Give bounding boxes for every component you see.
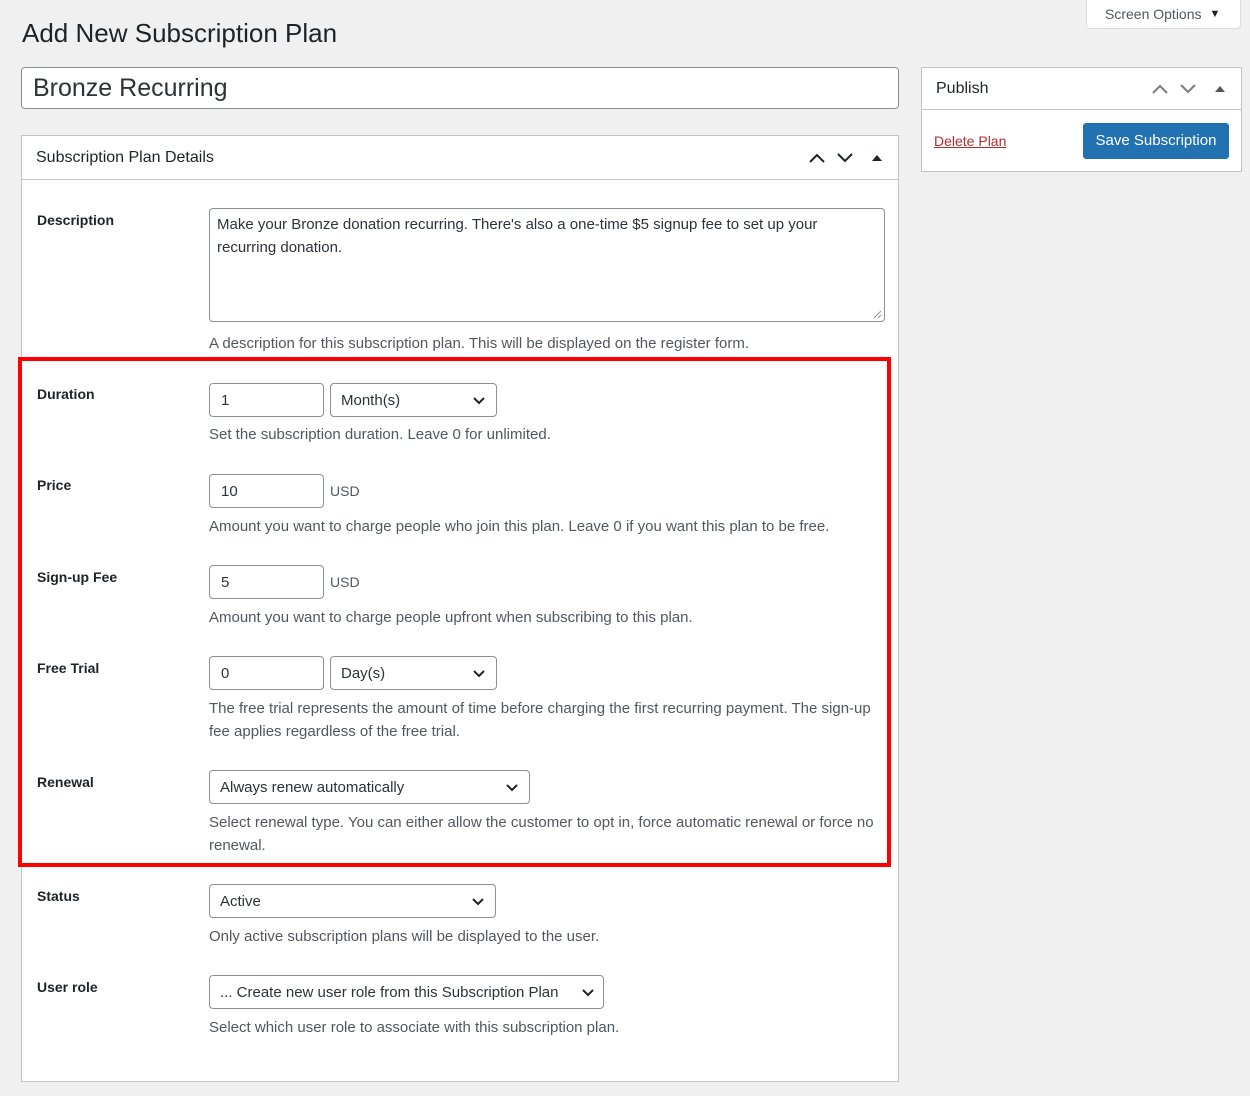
screen-options-toggle[interactable]: Screen Options ▼ (1086, 0, 1241, 29)
duration-unit-select[interactable]: Month(s) (330, 383, 497, 417)
publish-box-title: Publish (936, 79, 989, 97)
chevron-down-icon (506, 783, 518, 791)
price-label: Price (37, 477, 72, 493)
description-label: Description (37, 212, 115, 228)
save-subscription-button[interactable]: Save Subscription (1083, 122, 1229, 159)
description-textarea[interactable]: Make your Bronze donation recurring. The… (209, 208, 885, 322)
chevron-down-icon[interactable] (1179, 83, 1197, 95)
renewal-select[interactable]: Always renew automatically (209, 770, 530, 804)
chevron-down-icon (473, 669, 485, 677)
signup-fee-input[interactable]: 5 (209, 565, 324, 599)
details-box-title: Subscription Plan Details (36, 148, 214, 166)
caret-down-icon: ▼ (1209, 8, 1221, 20)
free-trial-unit-select[interactable]: Day(s) (330, 656, 497, 690)
duration-input[interactable]: 1 (209, 383, 324, 417)
publish-box: Publish Delete Plan Save Subscription (921, 67, 1242, 172)
duration-label: Duration (37, 386, 95, 402)
free-trial-unit-value: Day(s) (341, 664, 386, 682)
renewal-label: Renewal (37, 774, 94, 790)
user-role-select[interactable]: ... Create new user role from this Subsc… (209, 975, 604, 1009)
user-role-label: User role (37, 979, 98, 995)
resize-grip-icon[interactable] (873, 310, 882, 319)
description-value: Make your Bronze donation recurring. The… (217, 216, 818, 256)
status-select[interactable]: Active (209, 884, 496, 918)
details-handle-actions (808, 152, 884, 164)
publish-box-header: Publish (922, 68, 1241, 110)
user-role-value: ... Create new user role from this Subsc… (220, 983, 559, 1001)
chevron-down-icon (582, 988, 594, 996)
status-value: Active (220, 892, 261, 910)
duration-unit-value: Month(s) (341, 391, 401, 409)
delete-plan-link[interactable]: Delete Plan (934, 133, 1006, 149)
renewal-value: Always renew automatically (220, 778, 405, 796)
signup-fee-help: Amount you want to charge people upfront… (209, 609, 693, 626)
status-label: Status (37, 888, 80, 904)
renewal-help: Select renewal type. You can either allo… (209, 814, 874, 854)
collapse-toggle-icon[interactable] (870, 152, 884, 164)
price-input[interactable]: 10 (209, 474, 324, 508)
free-trial-help: The free trial represents the amount of … (209, 700, 871, 740)
details-box-header: Subscription Plan Details (22, 136, 898, 180)
screen-options-label: Screen Options (1105, 6, 1202, 22)
signup-fee-label: Sign-up Fee (37, 569, 118, 585)
subscription-plan-details-box: Subscription Plan Details Description Ma… (21, 135, 899, 1082)
price-help: Amount you want to charge people who joi… (209, 518, 830, 535)
free-trial-label: Free Trial (37, 660, 100, 676)
chevron-up-icon[interactable] (808, 152, 826, 164)
plan-name-input[interactable]: Bronze Recurring (21, 67, 899, 109)
description-help: A description for this subscription plan… (209, 335, 749, 352)
user-role-help: Select which user role to associate with… (209, 1019, 620, 1036)
free-trial-input[interactable]: 0 (209, 656, 324, 690)
duration-help: Set the subscription duration. Leave 0 f… (209, 426, 551, 443)
collapse-toggle-icon[interactable] (1213, 83, 1227, 95)
publish-actions: Delete Plan Save Subscription (922, 110, 1241, 171)
chevron-up-icon[interactable] (1151, 83, 1169, 95)
page-title: Add New Subscription Plan (22, 18, 338, 48)
status-help: Only active subscription plans will be d… (209, 928, 600, 945)
publish-handle-actions (1151, 83, 1227, 95)
price-currency: USD (330, 483, 360, 499)
signup-fee-currency: USD (330, 574, 360, 590)
chevron-down-icon (473, 396, 485, 404)
chevron-down-icon (472, 897, 484, 905)
chevron-down-icon[interactable] (836, 152, 854, 164)
